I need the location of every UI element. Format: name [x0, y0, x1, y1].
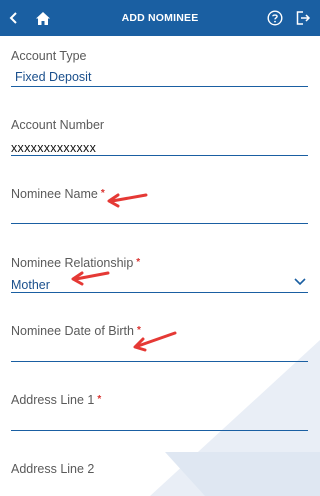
- required-marker: *: [136, 325, 141, 336]
- help-button[interactable]: [264, 7, 286, 29]
- nominee-dob-label-text: Nominee Date of Birth: [11, 324, 134, 338]
- account-type-value: Fixed Deposit: [15, 70, 92, 84]
- nominee-name-label: Nominee Name *: [11, 186, 308, 202]
- address-line-2-label: Address Line 2: [11, 462, 95, 476]
- nominee-relationship-field[interactable]: Nominee Relationship * Mother: [11, 255, 308, 294]
- required-marker: *: [100, 188, 105, 199]
- address-line-1-label: Address Line 1 *: [11, 392, 308, 408]
- logout-icon: [296, 11, 311, 25]
- nominee-dob-underline: [11, 361, 308, 362]
- nominee-relationship-label: Nominee Relationship *: [11, 255, 308, 271]
- account-number-field[interactable]: Account Number xxxxxxxxxxxxx: [11, 117, 308, 157]
- account-number-label: Account Number: [11, 118, 105, 132]
- nominee-relationship-underline: [11, 292, 308, 293]
- address-line-1-input[interactable]: [11, 412, 308, 430]
- nominee-dob-label: Nominee Date of Birth *: [11, 323, 308, 339]
- nominee-name-underline: [11, 223, 308, 224]
- chevron-down-icon[interactable]: [294, 276, 306, 286]
- logout-button[interactable]: [292, 7, 314, 29]
- help-icon: [267, 10, 283, 26]
- account-number-underline: [11, 155, 308, 156]
- nominee-name-input[interactable]: [11, 206, 308, 224]
- address-line-1-label-text: Address Line 1: [11, 393, 95, 407]
- nominee-dob-field[interactable]: Nominee Date of Birth *: [11, 323, 308, 362]
- nominee-dob-input[interactable]: [11, 343, 308, 361]
- required-marker: *: [136, 257, 141, 268]
- account-type-field[interactable]: Account Type Fixed Deposit: [11, 48, 308, 87]
- app-bar: ADD NOMINEE: [0, 0, 320, 36]
- account-type-label: Account Type: [11, 49, 87, 63]
- account-type-underline: [11, 86, 308, 87]
- nominee-name-field[interactable]: Nominee Name *: [11, 186, 308, 224]
- address-line-2-field[interactable]: Address Line 2: [11, 461, 308, 477]
- required-marker: *: [97, 394, 102, 405]
- nominee-name-label-text: Nominee Name: [11, 187, 98, 201]
- address-line-1-field[interactable]: Address Line 1 *: [11, 392, 308, 431]
- address-line-1-underline: [11, 430, 308, 431]
- nominee-relationship-label-text: Nominee Relationship: [11, 256, 134, 270]
